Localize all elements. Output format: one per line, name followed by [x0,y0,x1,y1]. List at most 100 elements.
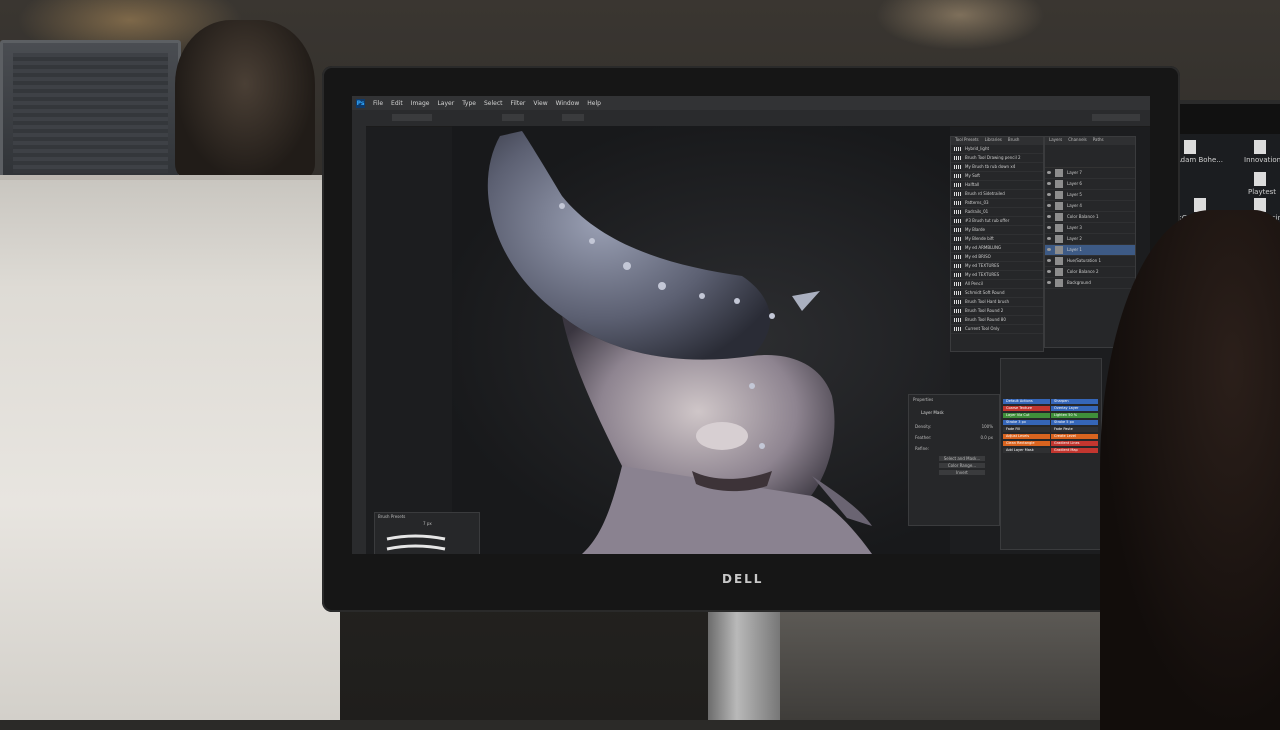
cubicle-wall [0,180,340,720]
action-button[interactable]: Overlay Layer [1051,406,1098,411]
workspace-select[interactable] [1092,114,1140,121]
desktop-icon-label: Playtest [1248,188,1277,196]
brush-mode-select[interactable] [392,114,432,121]
feather-value[interactable]: 0.0 px [980,435,993,440]
action-button[interactable]: Stroke 5 px [1051,420,1098,425]
tool-preset-item[interactable]: Radrails_01 [951,208,1043,217]
menu-edit[interactable]: Edit [391,100,403,107]
tool-preset-item[interactable]: My Blende bift [951,235,1043,244]
color-range-button[interactable]: Color Range... [939,463,985,468]
tool-preset-item[interactable]: My Brush tb rub down x4 [951,163,1043,172]
tool-preset-item[interactable]: Current Tool Only [951,325,1043,334]
action-button[interactable]: Coarse Texture [1003,406,1050,411]
action-button[interactable]: Sharpen [1051,399,1098,404]
action-button[interactable]: Create Level [1051,434,1098,439]
tab-paths[interactable]: Paths [1093,137,1104,145]
action-button[interactable]: Fade Paste [1051,427,1098,432]
opacity-field[interactable] [502,114,524,121]
menu-window[interactable]: Window [556,100,580,107]
visibility-eye-icon[interactable] [1047,171,1051,174]
action-button[interactable]: Add Layer Mask [1003,448,1050,453]
menu-help[interactable]: Help [587,100,601,107]
visibility-eye-icon[interactable] [1047,248,1051,251]
tool-preset-item[interactable]: Halftall [951,181,1043,190]
menu-view[interactable]: View [533,100,547,107]
creature-artwork [487,131,872,554]
select-and-mask-button[interactable]: Select and Mask... [939,456,985,461]
tool-preset-item[interactable]: Brush Tool Round 2 [951,307,1043,316]
visibility-eye-icon[interactable] [1047,259,1051,262]
menu-type[interactable]: Type [462,100,476,107]
file-icon[interactable] [1254,172,1266,186]
brush-size-value[interactable]: 7 px [423,521,432,526]
tool-preset-item[interactable]: Brush Tool Hard brush [951,298,1043,307]
brush-stroke-preview[interactable] [375,531,479,554]
action-button[interactable]: Lighten 50 % [1051,413,1098,418]
layer-row[interactable]: Color Balance 2 [1045,267,1135,278]
tab-brush[interactable]: Brush [1008,137,1020,145]
tool-presets-panel: Tool Presets Libraries Brush Hybrid_ligh… [950,136,1044,352]
layer-row-selected[interactable]: Layer 1 [1045,245,1135,256]
action-button[interactable]: Stroke 3 px [1003,420,1050,425]
layer-row[interactable]: Hue/Saturation 1 [1045,256,1135,267]
tool-preset-item[interactable]: Brush Tool Round 80 [951,316,1043,325]
density-value[interactable]: 100% [982,424,993,429]
visibility-eye-icon[interactable] [1047,193,1051,196]
tab-libraries[interactable]: Libraries [985,137,1002,145]
layer-thumbnail [1055,257,1063,265]
layer-row[interactable]: Layer 2 [1045,234,1135,245]
visibility-eye-icon[interactable] [1047,215,1051,218]
tool-preset-item[interactable]: My Soft [951,172,1043,181]
visibility-eye-icon[interactable] [1047,226,1051,229]
tool-preset-item[interactable]: All Pencil [951,280,1043,289]
action-button[interactable]: Adjust Levels [1003,434,1050,439]
menu-select[interactable]: Select [484,100,503,107]
file-icon[interactable] [1254,140,1266,154]
layer-row[interactable]: Color Balance 1 [1045,212,1135,223]
layer-row[interactable]: Layer 6 [1045,179,1135,190]
tool-preset-item[interactable]: Patterns_03 [951,199,1043,208]
tool-preset-item[interactable]: Brush Tool Drawing pencil 2 [951,154,1043,163]
layer-row[interactable]: Background [1045,278,1135,289]
tool-preset-item[interactable]: My ed TEXTURES [951,271,1043,280]
visibility-eye-icon[interactable] [1047,270,1051,273]
menu-layer[interactable]: Layer [437,100,454,107]
tab-tool-presets[interactable]: Tool Presets [955,137,979,145]
layer-row[interactable]: Layer 4 [1045,201,1135,212]
action-button[interactable]: Gradient Map [1051,448,1098,453]
visibility-eye-icon[interactable] [1047,237,1051,240]
desktop-icon-label: Innovation stuff [1244,156,1280,164]
tool-preset-item[interactable]: My ed TEXTURES [951,262,1043,271]
action-button[interactable]: Layer Via Cut [1003,413,1050,418]
tool-preset-item[interactable]: Schmidt Soft Round [951,289,1043,298]
layer-filter-bar[interactable] [1045,145,1135,168]
tool-preset-item[interactable]: #3 Brush tut rub offer [951,217,1043,226]
action-button[interactable]: Fade Fill [1003,427,1050,432]
visibility-eye-icon[interactable] [1047,204,1051,207]
tool-preset-item[interactable]: Brush rd Sidetrailed [951,190,1043,199]
tool-preset-item[interactable]: My ed ARMBLUNG [951,244,1043,253]
document-canvas[interactable] [452,126,950,554]
visibility-eye-icon[interactable] [1047,281,1051,284]
menu-image[interactable]: Image [411,100,430,107]
menu-filter[interactable]: Filter [511,100,526,107]
invert-button[interactable]: Invert [939,470,985,475]
tool-preset-item[interactable]: My Blarde [951,226,1043,235]
tool-preset-item[interactable]: My ed BRISO [951,253,1043,262]
action-button[interactable]: Default Actions [1003,399,1050,404]
file-icon[interactable] [1184,140,1196,154]
tab-channels[interactable]: Channels [1068,137,1087,145]
layer-row[interactable]: Layer 7 [1045,168,1135,179]
properties-panel: Properties Layer Mask Density: 100% Feat… [908,394,1000,526]
visibility-eye-icon[interactable] [1047,182,1051,185]
tool-preset-item[interactable]: Hybrid_light [951,145,1043,154]
flow-field[interactable] [562,114,584,121]
tab-layers[interactable]: Layers [1049,137,1062,145]
layer-thumbnail [1055,268,1063,276]
layer-row[interactable]: Layer 3 [1045,223,1135,234]
action-button[interactable]: Gradient Lines [1051,441,1098,446]
action-button[interactable]: Clean Rectangle [1003,441,1050,446]
layer-row[interactable]: Layer 5 [1045,190,1135,201]
layer-thumbnail [1055,235,1063,243]
menu-file[interactable]: File [373,100,383,107]
